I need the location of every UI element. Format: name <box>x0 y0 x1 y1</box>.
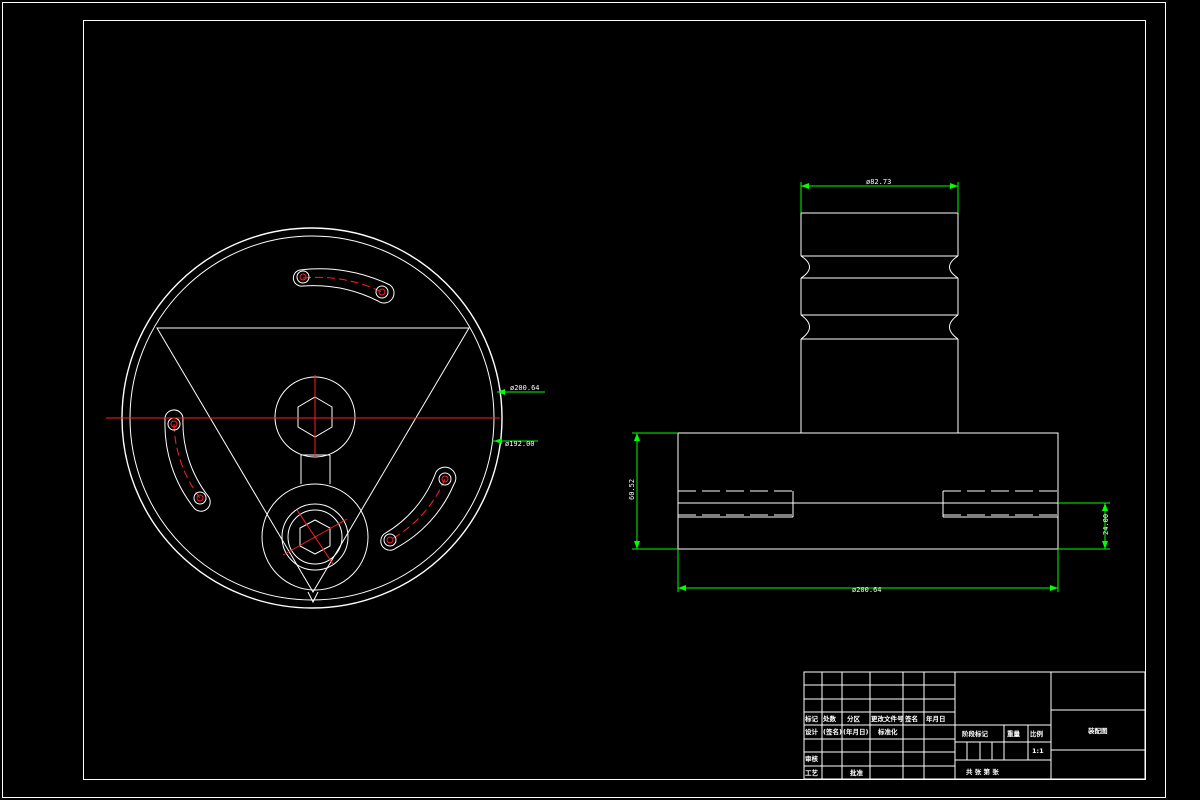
tb-header-change-doc: 更改文件号 <box>871 714 904 723</box>
tb-header-sign: 签名 <box>904 714 918 723</box>
bottom-notch <box>307 591 319 604</box>
slot-right-hole-b-in <box>386 536 394 544</box>
title-block: 标记 处数 分区 更改文件号 签名 年月日 设计 (签名) (年月日) 标准化 … <box>803 671 1146 780</box>
dim-shaft-arrow-l <box>801 183 809 189</box>
slot-left-center <box>173 423 201 499</box>
slot-right-center <box>389 478 446 541</box>
tb-scale-value: 1:1 <box>1032 747 1044 755</box>
tb-design-label: 设计 <box>805 727 819 736</box>
top-view: ø200.64 ø192.00 <box>106 227 545 609</box>
tb-sheets: 共 张 第 张 <box>966 767 999 776</box>
tb-review-label: 审核 <box>805 754 819 763</box>
tb-approve-label: 批准 <box>850 768 864 777</box>
groove2-left <box>800 314 810 340</box>
groove1-left <box>800 255 810 279</box>
dim-height: 60.52 <box>628 479 636 500</box>
tb-header-count: 处数 <box>822 714 837 723</box>
dim-base-arrow-r <box>1050 585 1058 591</box>
dim-slot-arrow-t <box>1102 503 1108 511</box>
cad-drawing: ø200.64 ø192.00 ø82.73 60.52 24.00 ø200.… <box>2 2 1166 798</box>
dim-inner-diameter: ø192.00 <box>505 440 535 448</box>
slot-top-hole-a-in <box>299 273 307 281</box>
tb-design-sign: (签名) <box>823 727 842 736</box>
dim-slot-arrow-b <box>1102 541 1108 549</box>
dim-shaft-diameter: ø82.73 <box>866 178 891 186</box>
outer-border <box>2 2 1166 798</box>
dim-shaft-arrow-r <box>950 183 958 189</box>
tb-drawing-name: 装配图 <box>1087 726 1108 735</box>
tb-design-standard: 标准化 <box>877 727 898 736</box>
dim-height-arrow-b <box>634 541 640 549</box>
tb-header-zone: 分区 <box>847 714 861 723</box>
tb-scale: 比例 <box>1030 729 1044 738</box>
dim-inner-arrow <box>494 438 502 444</box>
tb-stage-mark: 阶段标记 <box>962 729 989 738</box>
dim-base-width: ø200.64 <box>852 586 882 594</box>
groove1-right <box>949 255 959 279</box>
dim-slot-width: 24.00 <box>1102 514 1110 535</box>
side-view: ø82.73 60.52 24.00 ø200.64 <box>628 178 1110 594</box>
inner-frame <box>83 20 1146 780</box>
slot-top-hole-b <box>375 285 389 299</box>
slot-right-hole-b <box>383 533 397 547</box>
tb-header-date: 年月日 <box>926 714 946 723</box>
slot-top-hole-a <box>296 270 310 284</box>
dim-height-arrow-t <box>634 433 640 441</box>
centerline-hub-diag-b <box>296 509 334 565</box>
tb-weight: 重量 <box>1007 729 1021 738</box>
groove2-right <box>949 314 959 340</box>
slot-top-center <box>302 276 383 293</box>
tb-design-date: (年月日) <box>843 727 868 736</box>
tb-header-mark: 标记 <box>804 714 819 723</box>
tb-process-label: 工艺 <box>805 768 819 777</box>
dim-base-arrow-l <box>678 585 686 591</box>
slot-top-hole-b-in <box>378 288 386 296</box>
dim-outer-diameter: ø200.64 <box>510 384 540 392</box>
